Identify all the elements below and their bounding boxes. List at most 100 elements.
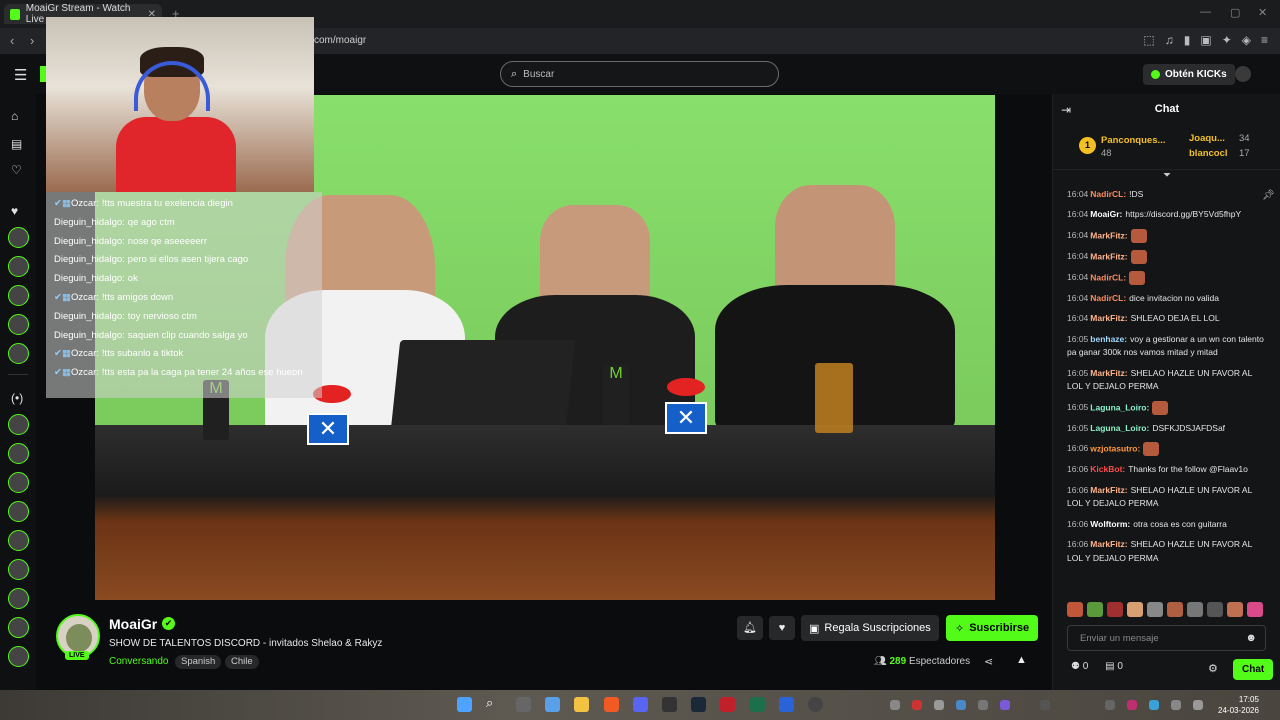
tray-icon[interactable] — [890, 700, 900, 710]
follow-heart-button[interactable]: ♥ — [769, 616, 795, 640]
chat-message-user[interactable]: MoaiGr: — [1090, 209, 1122, 219]
tray-icon[interactable] — [934, 700, 944, 710]
tray-icon[interactable] — [978, 700, 988, 710]
recommended-icon[interactable]: (•) — [11, 391, 23, 405]
chat-message-user[interactable]: MarkFitz: — [1090, 313, 1127, 323]
subscribe-button[interactable]: ✧ Suscribirse — [946, 615, 1039, 641]
file-explorer-icon[interactable] — [574, 697, 589, 712]
recommended-channel-avatar[interactable] — [8, 559, 29, 580]
steam-icon[interactable] — [691, 697, 706, 712]
menu-hamburger-icon[interactable]: ☰ — [14, 66, 27, 84]
media-icon[interactable]: ♫ — [1165, 33, 1174, 47]
taskbar-search-icon[interactable]: ⌕ — [486, 695, 501, 710]
kicks-icon[interactable]: ⚉ — [1071, 661, 1080, 672]
close-window-icon[interactable]: ✕ — [1258, 6, 1267, 19]
emote[interactable] — [1227, 602, 1243, 617]
chat-message-user[interactable]: MarkFitz: — [1090, 485, 1127, 495]
chat-message-user[interactable]: NadirCL: — [1090, 189, 1126, 199]
get-kicks-button[interactable]: Obtén KICKs — [1143, 64, 1235, 85]
recommended-channel-avatar[interactable] — [8, 617, 29, 638]
chat-message-user[interactable]: MarkFitz: — [1090, 539, 1127, 549]
following-icon[interactable]: ♡ — [11, 163, 22, 177]
recommended-channel-avatar[interactable] — [8, 646, 29, 667]
emote[interactable] — [1127, 602, 1143, 617]
stream-category[interactable]: Conversando — [109, 656, 168, 667]
points-icon[interactable]: ▤ — [1105, 661, 1114, 672]
chat-message-user[interactable]: Wolftorm: — [1090, 519, 1130, 529]
followed-channel-avatar[interactable] — [8, 314, 29, 335]
gifter-name[interactable]: Joaqu... — [1189, 133, 1225, 144]
user-avatar[interactable] — [1235, 66, 1251, 82]
tag-country[interactable]: Chile — [225, 655, 259, 669]
emote[interactable] — [1167, 602, 1183, 617]
notification-bell-button[interactable]: 🔔︎ — [737, 616, 763, 640]
emoji-picker-icon[interactable]: ☻ — [1245, 632, 1257, 644]
gifter-name[interactable]: Panconques... — [1101, 135, 1165, 146]
share-icon[interactable]: ⋖ — [984, 655, 993, 668]
chat-message-user[interactable]: NadirCL: — [1090, 272, 1126, 282]
followed-channel-avatar[interactable] — [8, 285, 29, 306]
minimize-icon[interactable]: — — [1200, 6, 1211, 18]
emote[interactable] — [1247, 602, 1263, 617]
chat-message-user[interactable]: NadirCL: — [1090, 293, 1126, 303]
recommended-channel-avatar[interactable] — [8, 588, 29, 609]
obs-icon[interactable] — [808, 697, 823, 712]
extensions-icon[interactable]: ⬚ — [1143, 33, 1154, 47]
tray-icon[interactable] — [1105, 700, 1115, 710]
app-icon[interactable] — [720, 697, 735, 712]
gift-subs-button[interactable]: ▣ Regala Suscripciones — [801, 615, 939, 641]
tag-language[interactable]: Spanish — [175, 655, 222, 669]
vpn-icon[interactable]: ◈ — [1242, 33, 1251, 47]
sidebar-icon[interactable]: ▮ — [1184, 33, 1191, 47]
chat-message-user[interactable]: MarkFitz: — [1090, 230, 1127, 240]
tray-icon[interactable] — [1040, 700, 1050, 710]
chat-message-user[interactable]: benhaze: — [1090, 334, 1127, 344]
followed-channel-avatar[interactable] — [8, 256, 29, 277]
discord-icon[interactable] — [633, 697, 648, 712]
chat-input[interactable]: Enviar un mensaje ☻ — [1067, 625, 1266, 651]
menu-icon[interactable]: ≡ — [1261, 33, 1268, 47]
app-icon[interactable] — [779, 697, 794, 712]
tray-icon[interactable] — [1000, 700, 1010, 710]
emote[interactable] — [1187, 602, 1203, 617]
recommended-channel-avatar[interactable] — [8, 414, 29, 435]
emote[interactable] — [1067, 602, 1083, 617]
chat-message-user[interactable]: MarkFitz: — [1090, 251, 1127, 261]
chat-settings-gear-icon[interactable]: ⚙ — [1208, 662, 1218, 675]
volume-icon[interactable] — [1193, 700, 1203, 710]
emote[interactable] — [1207, 602, 1223, 617]
filter-icon[interactable]: ⏷ — [1163, 170, 1171, 181]
task-view-icon[interactable] — [516, 697, 531, 712]
emote[interactable] — [1107, 602, 1123, 617]
search-input[interactable]: ⌕ Buscar — [500, 61, 779, 87]
brave-icon[interactable] — [604, 697, 619, 712]
tray-icon[interactable] — [1127, 700, 1137, 710]
recommended-channel-avatar[interactable] — [8, 443, 29, 464]
forward-button[interactable]: › — [30, 33, 34, 48]
followed-channel-avatar[interactable] — [8, 227, 29, 248]
report-warning-icon[interactable]: ▲ — [1016, 654, 1027, 666]
channel-name[interactable]: MoaiGr — [109, 616, 157, 632]
followed-channel-avatar[interactable] — [8, 343, 29, 364]
recommended-channel-avatar[interactable] — [8, 501, 29, 522]
send-chat-button[interactable]: Chat — [1233, 659, 1274, 680]
tray-icon[interactable] — [912, 700, 922, 710]
chat-message-user[interactable]: MarkFitz: — [1090, 368, 1127, 378]
url-field[interactable]: com/moaigr — [314, 35, 366, 46]
tray-icon[interactable] — [1149, 700, 1159, 710]
leo-icon[interactable]: ✦ — [1222, 33, 1232, 47]
home-icon[interactable]: ⌂ — [11, 109, 18, 123]
widgets-icon[interactable] — [545, 697, 560, 712]
recommended-channel-avatar[interactable] — [8, 530, 29, 551]
wallet-icon[interactable]: ▣ — [1200, 33, 1211, 47]
epic-games-icon[interactable] — [662, 697, 677, 712]
maximize-icon[interactable]: ▢ — [1230, 6, 1240, 19]
favorites-heart-icon[interactable]: ♥ — [11, 204, 18, 218]
recommended-channel-avatar[interactable] — [8, 472, 29, 493]
emote[interactable] — [1087, 602, 1103, 617]
chat-message-user[interactable]: KickBot: — [1090, 464, 1125, 474]
app-icon[interactable] — [750, 697, 765, 712]
chat-message-user[interactable]: Laguna_Loiro: — [1090, 423, 1149, 433]
chat-message-user[interactable]: Laguna_Loiro: — [1090, 402, 1149, 412]
browse-icon[interactable]: ▤ — [11, 137, 22, 151]
